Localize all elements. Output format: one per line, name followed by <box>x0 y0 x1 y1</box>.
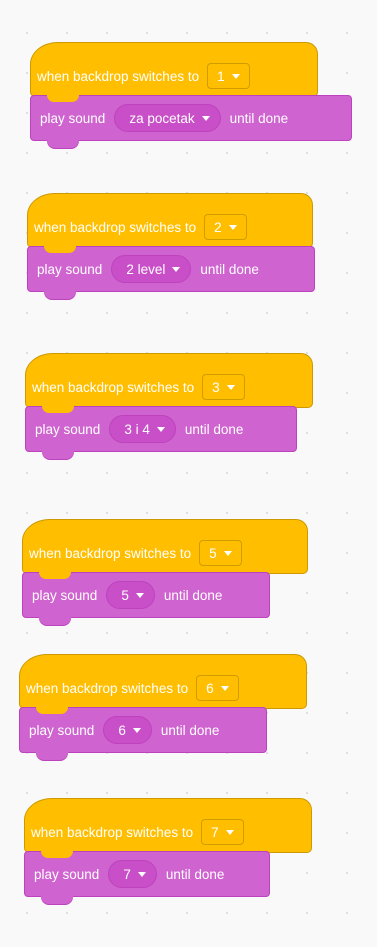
hat-block-label: when backdrop switches to <box>26 680 189 696</box>
backdrop-dropdown[interactable]: 2 <box>204 214 247 240</box>
hat-block-label: when backdrop switches to <box>37 68 200 84</box>
hat-block-label: when backdrop switches to <box>31 824 194 840</box>
sound-dropdown-value: za pocetak <box>129 110 195 126</box>
backdrop-dropdown[interactable]: 3 <box>202 374 245 400</box>
when-backdrop-switches-hat-block[interactable]: when backdrop switches to 5 <box>22 519 308 574</box>
dropdown-arrow-icon <box>226 384 235 390</box>
backdrop-dropdown-value: 3 <box>212 379 220 395</box>
until-done-label: until done <box>163 587 223 603</box>
when-backdrop-switches-hat-block[interactable]: when backdrop switches to 6 <box>19 654 307 709</box>
until-done-label: until done <box>200 261 259 277</box>
when-backdrop-switches-hat-block[interactable]: when backdrop switches to 1 <box>30 42 318 97</box>
play-sound-until-done-block[interactable]: play sound 2 level until done <box>27 246 315 299</box>
dropdown-arrow-icon <box>137 871 146 877</box>
backdrop-dropdown-value: 2 <box>214 219 222 235</box>
play-sound-until-done-block[interactable]: play sound 6 until done <box>19 707 267 760</box>
until-done-label: until done <box>165 866 225 882</box>
hat-block-label: when backdrop switches to <box>29 545 192 561</box>
sound-dropdown-value: 6 <box>118 722 126 738</box>
dropdown-arrow-icon <box>135 592 144 598</box>
sound-dropdown-value: 5 <box>121 587 129 603</box>
dropdown-arrow-icon <box>201 115 210 121</box>
backdrop-dropdown-value: 7 <box>211 824 219 840</box>
play-sound-label: play sound <box>29 722 95 738</box>
backdrop-dropdown[interactable]: 6 <box>196 675 239 701</box>
play-sound-label: play sound <box>37 261 103 277</box>
dropdown-arrow-icon <box>220 685 229 691</box>
play-sound-label: play sound <box>32 587 98 603</box>
backdrop-dropdown[interactable]: 7 <box>201 819 244 845</box>
dropdown-arrow-icon <box>225 829 234 835</box>
hat-block-label: when backdrop switches to <box>34 219 197 235</box>
sound-dropdown-value: 3 i 4 <box>124 421 150 437</box>
until-done-label: until done <box>229 110 289 126</box>
play-sound-label: play sound <box>34 866 100 882</box>
play-sound-label: play sound <box>40 110 106 126</box>
hat-block-label: when backdrop switches to <box>32 379 195 395</box>
when-backdrop-switches-hat-block[interactable]: when backdrop switches to 3 <box>25 353 313 408</box>
backdrop-dropdown-value: 5 <box>209 545 217 561</box>
backdrop-dropdown[interactable]: 1 <box>207 63 250 89</box>
play-sound-label: play sound <box>35 421 101 437</box>
dropdown-arrow-icon <box>228 224 237 230</box>
backdrop-dropdown-value: 1 <box>217 68 225 84</box>
play-sound-until-done-block[interactable]: play sound 5 until done <box>22 572 270 625</box>
play-sound-until-done-block[interactable]: play sound 7 until done <box>24 851 270 904</box>
sound-dropdown[interactable]: 3 i 4 <box>109 415 176 443</box>
dropdown-arrow-icon <box>156 426 165 432</box>
backdrop-dropdown-value: 6 <box>206 680 214 696</box>
dropdown-arrow-icon <box>231 73 240 79</box>
sound-dropdown[interactable]: 7 <box>108 860 157 888</box>
dropdown-arrow-icon <box>223 550 232 556</box>
until-done-label: until done <box>184 421 244 437</box>
backdrop-dropdown[interactable]: 5 <box>199 540 242 566</box>
sound-dropdown-value: 2 level <box>126 261 166 277</box>
sound-dropdown-value: 7 <box>123 866 131 882</box>
dropdown-arrow-icon <box>172 266 181 272</box>
until-done-label: until done <box>160 722 220 738</box>
play-sound-until-done-block[interactable]: play sound 3 i 4 until done <box>25 406 297 459</box>
sound-dropdown[interactable]: 6 <box>103 716 152 744</box>
when-backdrop-switches-hat-block[interactable]: when backdrop switches to 7 <box>24 798 312 853</box>
sound-dropdown[interactable]: 2 level <box>111 255 192 283</box>
sound-dropdown[interactable]: za pocetak <box>114 104 221 132</box>
when-backdrop-switches-hat-block[interactable]: when backdrop switches to 2 <box>27 193 313 248</box>
play-sound-until-done-block[interactable]: play sound za pocetak until done <box>30 95 352 148</box>
sound-dropdown[interactable]: 5 <box>106 581 155 609</box>
dropdown-arrow-icon <box>132 727 141 733</box>
